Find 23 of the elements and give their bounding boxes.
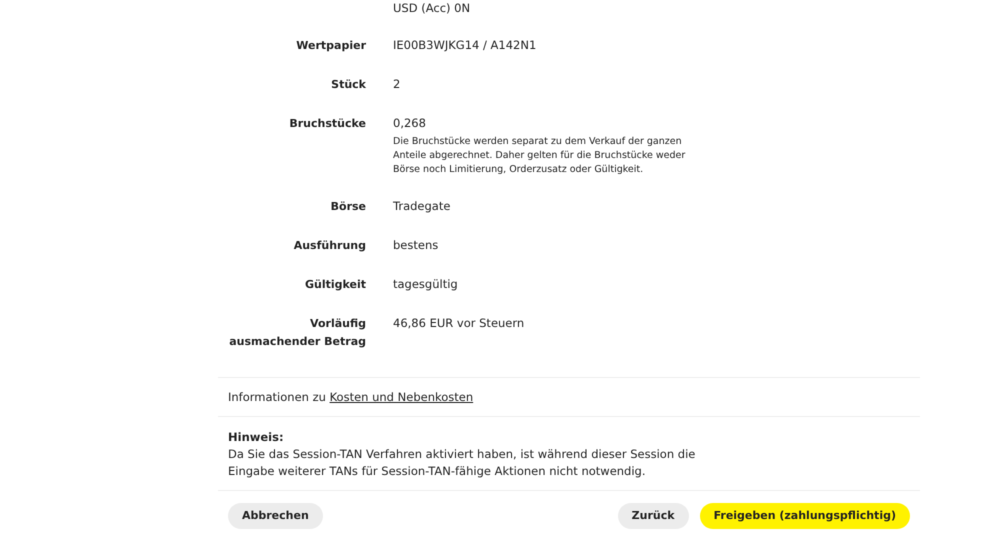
field-value: 46,86 EUR vor Steuern (393, 315, 524, 331)
field-label: Ausführung (294, 239, 366, 252)
action-button[interactable]: Zurück (618, 503, 689, 529)
field-label: Börse (330, 200, 366, 213)
notice-text: Da Sie das Session-TAN Verfahren aktiviert haben, ist während dieser Session die Eingabe weiterer TANs für Session-TAN-fähige Aktionen nicht notwendig. (228, 446, 696, 480)
field-label: Stück (331, 78, 366, 91)
field-label: Gültigkeit (304, 278, 366, 291)
cost-info-text: Informationen zu (228, 390, 327, 404)
field-label: Vorläufig ausmachender Betrag (229, 317, 366, 348)
field-note: Die Bruchstücke werden separat zu dem Verkauf der ganzen Anteile abgerechnet. Daher gelten für die Bruchstücke weder Börse noch Limitierung, Orderzusatz oder Gültigkeit. (393, 135, 686, 177)
field-value: 2 (393, 76, 400, 92)
costs-link[interactable]: Kosten und Nebenkosten (330, 390, 474, 404)
notice-title: Hinweis: (228, 429, 285, 446)
field-value: 0,268 (393, 115, 427, 131)
action-button[interactable]: Freigeben (zahlungspflichtig) (700, 503, 910, 529)
field-label: Bruchstücke (289, 117, 366, 130)
field-label: Wertpapier (296, 39, 366, 52)
field-value: Tradegate (393, 198, 450, 214)
action-button[interactable]: Abbrechen (228, 503, 323, 529)
field-value: USD (Acc) 0N (393, 0, 470, 16)
field-value: IE00B3WJKG14 / A142N1 (393, 37, 536, 53)
field-value: tagesgültig (393, 276, 458, 292)
field-value: bestens (393, 237, 438, 253)
